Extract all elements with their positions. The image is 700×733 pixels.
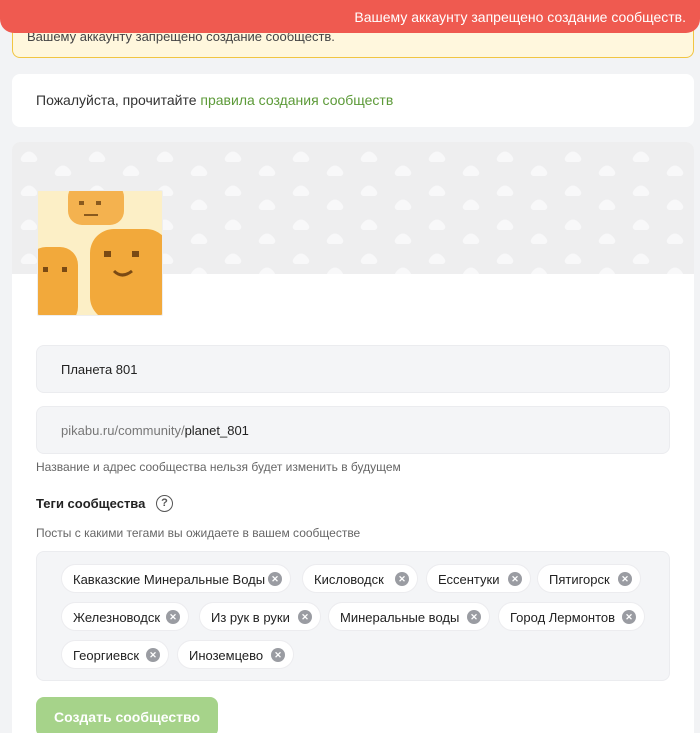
rules-card: Пожалуйста, прочитайте правила создания … bbox=[12, 74, 694, 127]
tag-label: Железноводск bbox=[73, 610, 161, 625]
tag-label: Из рук в руки bbox=[211, 610, 290, 625]
tag-chip: Ессентуки ✕ bbox=[426, 564, 531, 593]
close-circle-icon[interactable]: ✕ bbox=[467, 610, 481, 624]
tag-chip: Пятигорск ✕ bbox=[537, 564, 641, 593]
close-circle-icon[interactable]: ✕ bbox=[146, 648, 160, 662]
rules-link[interactable]: правила создания сообществ bbox=[200, 92, 393, 108]
community-url-value: pikabu.ru/community/planet_801 bbox=[61, 423, 249, 438]
rules-prefix: Пожалуйста, прочитайте bbox=[36, 92, 201, 108]
tag-chip: Иноземцево ✕ bbox=[177, 640, 294, 669]
tag-label: Кисловодск bbox=[314, 572, 384, 587]
close-circle-icon[interactable]: ✕ bbox=[298, 610, 312, 624]
tag-chip: Кисловодск ✕ bbox=[302, 564, 418, 593]
close-circle-icon[interactable]: ✕ bbox=[622, 610, 636, 624]
community-url-input[interactable]: pikabu.ru/community/planet_801 bbox=[36, 406, 670, 454]
url-slug: planet_801 bbox=[184, 423, 249, 438]
close-circle-icon[interactable]: ✕ bbox=[618, 572, 632, 586]
rules-text: Пожалуйста, прочитайте правила создания … bbox=[36, 92, 393, 108]
create-community-form: Планета 801 pikabu.ru/community/planet_8… bbox=[12, 142, 694, 733]
close-circle-icon[interactable]: ✕ bbox=[508, 572, 522, 586]
close-circle-icon[interactable]: ✕ bbox=[268, 572, 282, 586]
url-prefix: pikabu.ru/community/ bbox=[61, 423, 185, 438]
create-community-button[interactable]: Создать сообщество bbox=[36, 697, 218, 733]
tags-heading: Теги сообщества bbox=[36, 496, 146, 511]
toast-message: Вашему аккаунту запрещено создание сообщ… bbox=[354, 9, 686, 25]
avatar-image bbox=[38, 191, 162, 315]
tag-label: Иноземцево bbox=[189, 648, 264, 663]
tags-hint: Посты с какими тегами вы ожидаете в ваше… bbox=[36, 526, 361, 540]
tag-label: Ессентуки bbox=[438, 572, 500, 587]
close-circle-icon[interactable]: ✕ bbox=[395, 572, 409, 586]
error-toast[interactable]: Вашему аккаунту запрещено создание сообщ… bbox=[0, 0, 700, 33]
name-hint: Название и адрес сообщества нельзя будет… bbox=[36, 460, 401, 474]
tag-label: Кавказские Минеральные Воды bbox=[73, 572, 266, 587]
tag-label: Георгиевск bbox=[73, 648, 140, 663]
tag-chip: Железноводск ✕ bbox=[61, 602, 189, 631]
tag-chip: Из рук в руки ✕ bbox=[199, 602, 321, 631]
tags-input[interactable]: Кавказские Минеральные Воды ✕ Кисловодск… bbox=[36, 551, 670, 681]
community-name-value: Планета 801 bbox=[61, 362, 138, 377]
question-circle-icon[interactable]: ? bbox=[156, 495, 173, 512]
tag-label: Минеральные воды bbox=[340, 610, 460, 625]
avatar[interactable] bbox=[37, 190, 163, 316]
tag-chip: Георгиевск ✕ bbox=[61, 640, 169, 669]
community-name-input[interactable]: Планета 801 bbox=[36, 345, 670, 393]
close-circle-icon[interactable]: ✕ bbox=[271, 648, 285, 662]
tag-label: Город Лермонтов bbox=[510, 610, 616, 625]
tag-label: Пятигорск bbox=[549, 572, 610, 587]
tag-chip: Минеральные воды ✕ bbox=[328, 602, 490, 631]
close-circle-icon[interactable]: ✕ bbox=[166, 610, 180, 624]
tag-chip: Кавказские Минеральные Воды ✕ bbox=[61, 564, 291, 593]
tag-chip: Город Лермонтов ✕ bbox=[498, 602, 645, 631]
